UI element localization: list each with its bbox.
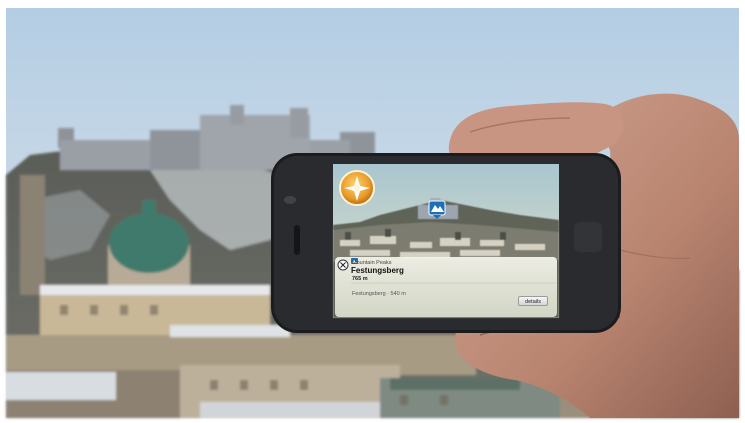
close-icon bbox=[337, 259, 349, 271]
photo-scene bbox=[0, 0, 745, 423]
smartphone bbox=[271, 153, 621, 333]
details-button[interactable]: details bbox=[518, 296, 548, 306]
poi-elevation: 765 m bbox=[352, 276, 368, 282]
poi-route-text: Festungsberg · 540 m bbox=[352, 291, 406, 297]
sun-compass-icon bbox=[339, 170, 375, 206]
poi-title: Festungsberg bbox=[351, 266, 404, 275]
